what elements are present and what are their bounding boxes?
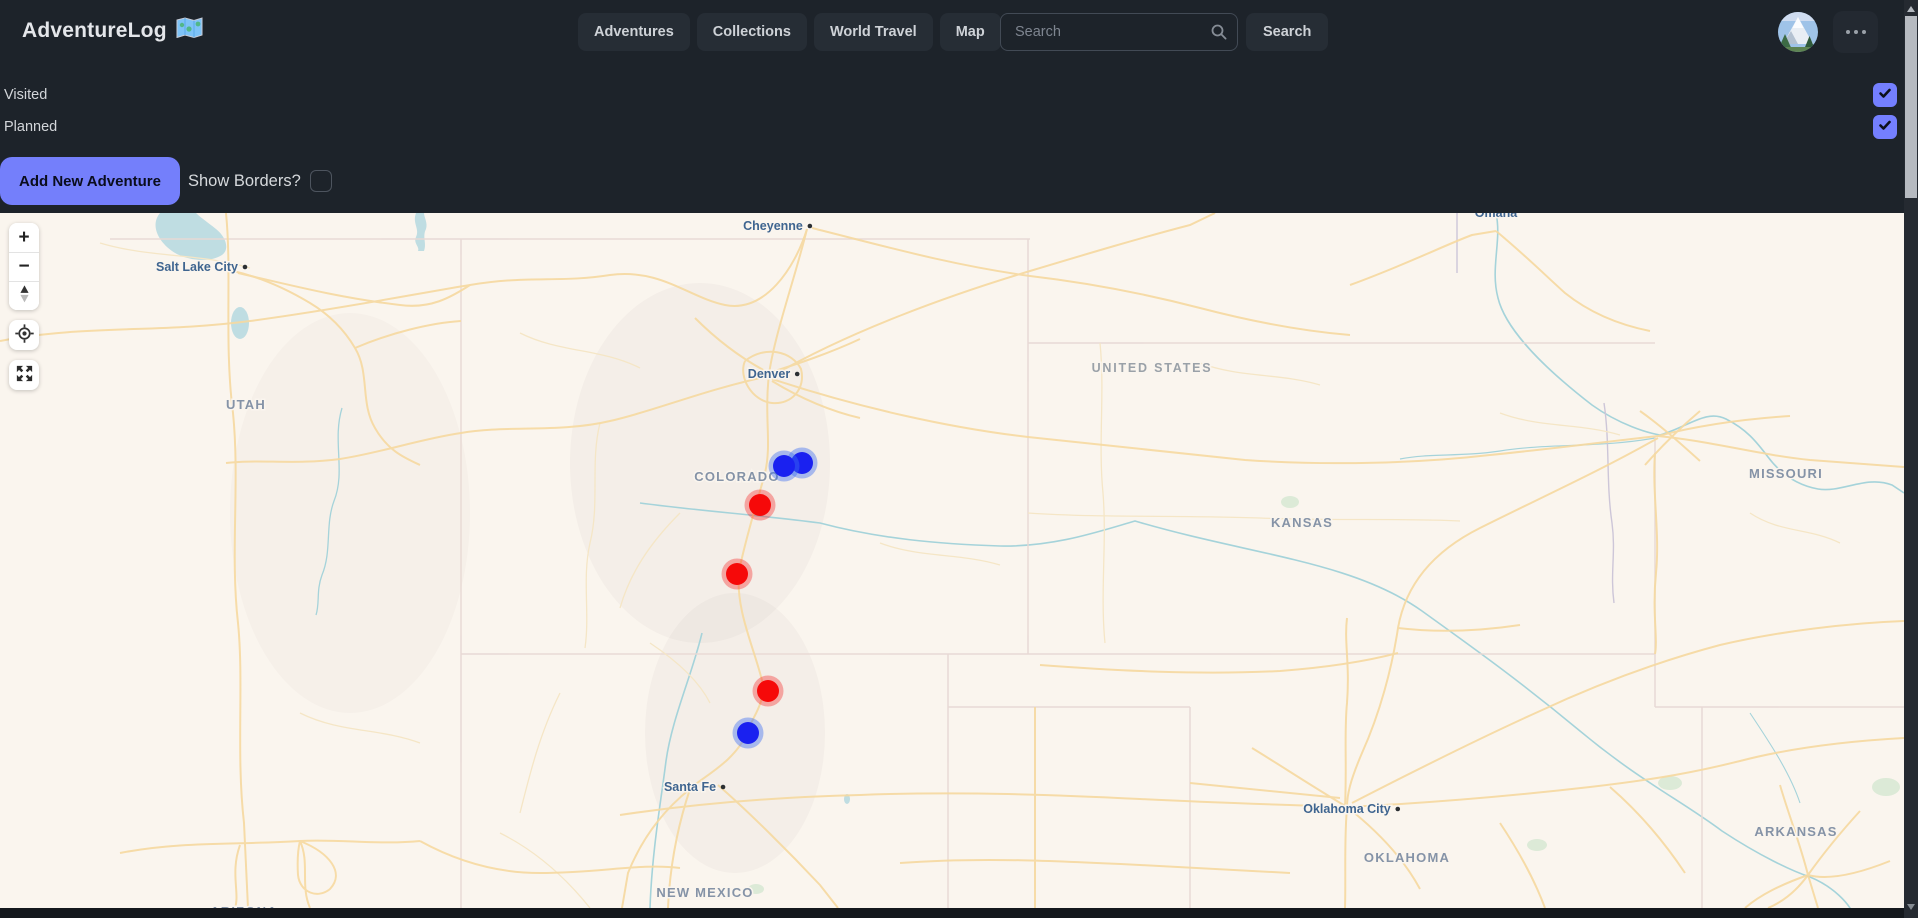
city-label: Cheyenne <box>743 219 803 233</box>
actions-row: Add New Adventure Show Borders? <box>0 156 332 206</box>
map-base-layer: UNITED STATES UTAH COLORADO KANSAS MISSOURI N… <box>0 213 1904 908</box>
state-label: NEW MEXICO <box>656 885 753 900</box>
compass-icon <box>17 283 32 310</box>
state-label: KANSAS <box>1271 515 1333 530</box>
adventure-marker-visited[interactable] <box>726 563 748 585</box>
geolocate-icon <box>14 323 35 347</box>
page-scrollbar[interactable] <box>1904 0 1918 918</box>
scrollbar-thumb[interactable] <box>1905 16 1917 198</box>
search-button[interactable]: Search <box>1246 13 1328 51</box>
state-label: UTAH <box>226 397 266 412</box>
visited-label: Visited <box>4 87 47 103</box>
user-avatar[interactable] <box>1778 12 1818 52</box>
city-label: Denver <box>748 367 791 381</box>
navbar: AdventureLog Adventures Collections Worl… <box>0 0 1918 64</box>
mountain-landscape-avatar-icon <box>1778 39 1818 52</box>
nav-map[interactable]: Map <box>940 13 1001 51</box>
world-map-emoji-icon <box>176 17 203 44</box>
search-box <box>1000 13 1238 51</box>
app-logo[interactable]: AdventureLog <box>22 17 203 44</box>
map-canvas[interactable]: UNITED STATES UTAH COLORADO KANSAS MISSOURI N… <box>0 213 1904 908</box>
search-input[interactable] <box>1000 13 1238 51</box>
country-label: UNITED STATES <box>1092 361 1213 375</box>
zoom-out-button[interactable]: − <box>9 252 39 281</box>
city-label: Omaha <box>1475 213 1518 220</box>
visited-filter-row: Visited <box>0 80 1904 110</box>
show-borders-label: Show Borders? <box>188 172 301 191</box>
checkmark-icon <box>1878 86 1892 105</box>
nav-world-travel[interactable]: World Travel <box>814 13 933 51</box>
city-dot-icon <box>808 224 813 229</box>
app-title: AdventureLog <box>22 19 167 43</box>
planned-checkbox[interactable] <box>1873 115 1897 139</box>
city-dot-icon <box>1395 807 1400 812</box>
city-label: Oklahoma City <box>1303 802 1391 816</box>
city-dot-icon <box>721 785 726 790</box>
state-label: ARIZONA <box>210 904 278 908</box>
add-new-adventure-button[interactable]: Add New Adventure <box>0 157 180 205</box>
adventure-marker-visited[interactable] <box>757 680 779 702</box>
zoom-in-button[interactable]: + <box>9 223 39 252</box>
compass-reset-bearing-button[interactable] <box>9 281 39 310</box>
adventure-marker-planned[interactable] <box>773 455 795 477</box>
fullscreen-button[interactable] <box>9 360 39 390</box>
city-dot-icon <box>795 372 800 377</box>
ellipsis-icon <box>1846 30 1866 34</box>
nav-links: Adventures Collections World Travel Map <box>578 13 1001 51</box>
visited-checkbox[interactable] <box>1873 83 1897 107</box>
geolocate-button[interactable] <box>9 320 39 350</box>
search-icon <box>1210 23 1228 41</box>
nav-adventures[interactable]: Adventures <box>578 13 690 51</box>
scrollbar-down-arrow-icon[interactable] <box>1907 904 1915 910</box>
state-label: MISSOURI <box>1749 466 1823 481</box>
planned-filter-row: Planned <box>0 112 1904 142</box>
state-label: OKLAHOMA <box>1364 850 1450 865</box>
scrollbar-up-arrow-icon[interactable] <box>1907 6 1915 12</box>
planned-label: Planned <box>4 119 57 135</box>
adventure-marker-visited[interactable] <box>749 494 771 516</box>
checkmark-icon <box>1878 118 1892 137</box>
city-dot-icon <box>243 265 248 270</box>
state-label: ARKANSAS <box>1754 824 1837 839</box>
overflow-menu-button[interactable] <box>1833 11 1878 53</box>
city-label: Salt Lake City <box>156 260 238 274</box>
show-borders-checkbox[interactable] <box>310 170 332 192</box>
top-panel: AdventureLog Adventures Collections Worl… <box>0 0 1918 213</box>
adventure-marker-planned[interactable] <box>737 722 759 744</box>
fullscreen-icon <box>14 363 35 387</box>
state-label: COLORADO <box>694 469 779 484</box>
nav-collections[interactable]: Collections <box>697 13 807 51</box>
city-label: Santa Fe <box>664 780 716 794</box>
map-zoom-controls: + − <box>9 223 39 310</box>
